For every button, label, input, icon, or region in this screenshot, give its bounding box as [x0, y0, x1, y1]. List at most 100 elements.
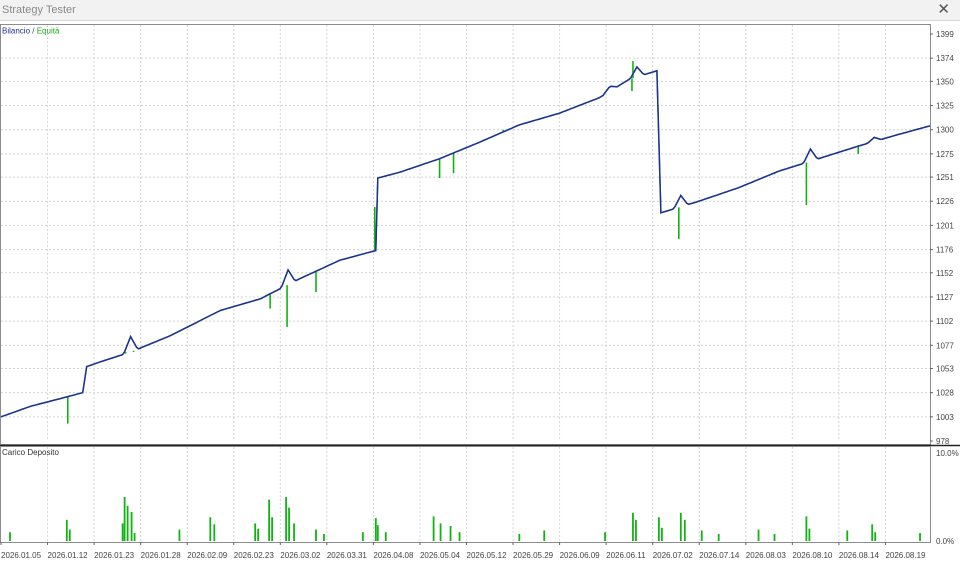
- y-tick-label: 1003: [936, 413, 954, 422]
- deposit-bar: [657, 517, 660, 541]
- x-tick-label: 2026.06.09: [560, 551, 601, 560]
- deposit-bar: [268, 499, 271, 541]
- deposit-bar: [293, 523, 295, 541]
- deposit-label: Carico Deposito: [2, 448, 59, 457]
- deposit-bar: [439, 523, 442, 541]
- deposit-bar: [288, 507, 290, 541]
- x-tick-label: 2026.01.23: [94, 551, 135, 560]
- deposit-bar: [285, 497, 287, 541]
- x-tick-label: 2026.08.19: [885, 551, 926, 560]
- deposit-bar: [126, 505, 129, 541]
- legend-separator: /: [32, 27, 35, 36]
- x-tick-label: 2026.02.23: [234, 551, 275, 560]
- deposit-bar: [846, 530, 849, 541]
- y-tick-label: 1176: [936, 246, 954, 255]
- strategy-chart: 1399 1374 1350 1325 1300 1275 1251 1226 1201 1176…: [0, 24, 960, 560]
- deposit-bar: [700, 530, 703, 541]
- legend-balance: Bilancio: [2, 27, 31, 36]
- chart-legend: Bilancio / Equità: [2, 27, 60, 36]
- deposit-bar: [121, 523, 124, 541]
- x-tick-label: 2026.08.10: [792, 551, 833, 560]
- y-tick-label: 1399: [936, 30, 954, 39]
- window-title: Strategy Tester: [2, 4, 76, 16]
- x-tick-label: 2026.06.11: [606, 551, 646, 560]
- deposit-bar: [458, 532, 461, 541]
- deposit-bar: [660, 527, 663, 541]
- y-tick-label: 1226: [936, 197, 954, 206]
- x-tick-label: 2026.05.29: [513, 551, 554, 560]
- deposit-y-tick-label: 10.0%: [936, 449, 959, 458]
- deposit-bar: [679, 512, 682, 541]
- deposit-bar: [717, 533, 720, 541]
- y-tick-label: 1152: [936, 269, 954, 278]
- deposit-bar: [432, 516, 435, 541]
- deposit-bar: [9, 532, 11, 541]
- deposit-bar: [257, 528, 260, 541]
- x-tick-label: 2026.01.12: [48, 551, 89, 560]
- deposit-pane: [0, 446, 931, 543]
- x-tick-label: 2026.05.12: [467, 551, 508, 560]
- title-bar: Strategy Tester ✕: [0, 0, 960, 21]
- x-tick-label: 2026.07.02: [653, 551, 694, 560]
- deposit-bar: [315, 529, 317, 541]
- deposit-bar: [449, 526, 452, 541]
- x-tick-label: 2026.07.14: [699, 551, 740, 560]
- deposit-bar: [361, 532, 364, 541]
- x-tick-label: 2026.04.08: [373, 551, 414, 560]
- deposit-bar: [808, 528, 811, 541]
- deposit-bar: [376, 525, 379, 541]
- deposit-bar: [374, 518, 377, 541]
- equity-pane: [0, 24, 931, 445]
- deposit-bar: [919, 533, 921, 541]
- x-tick-label: 2026.03.31: [327, 551, 368, 560]
- y-tick-label: 1325: [936, 102, 954, 111]
- deposit-bar: [68, 529, 71, 541]
- deposit-bar: [178, 529, 181, 541]
- deposit-y-axis: 10.0% 0.0%: [936, 449, 959, 546]
- x-tick-label: 2026.01.28: [141, 551, 182, 560]
- y-tick-label: 1251: [936, 173, 954, 182]
- deposit-bar: [874, 532, 877, 541]
- deposit-bar: [323, 533, 325, 541]
- close-icon[interactable]: ✕: [937, 1, 950, 19]
- deposit-bar: [130, 511, 133, 541]
- y-tick-label: 1102: [936, 317, 954, 326]
- x-tick-label: 2026.08.03: [746, 551, 787, 560]
- deposit-bar: [65, 519, 68, 541]
- y-tick-label: 1127: [936, 293, 954, 302]
- deposit-bar: [213, 524, 216, 541]
- deposit-bar: [133, 533, 136, 541]
- deposit-bar: [604, 532, 606, 541]
- deposit-bar: [683, 519, 686, 541]
- y-tick-label: 1374: [936, 54, 954, 63]
- deposit-y-tick-label: 0.0%: [936, 537, 954, 546]
- deposit-bar: [871, 524, 874, 541]
- deposit-bar: [635, 519, 637, 541]
- y-tick-label: 1275: [936, 150, 954, 159]
- equity-y-axis: 1399 1374 1350 1325 1300 1275 1251 1226 1201 1176…: [930, 30, 954, 446]
- deposit-bar: [805, 516, 808, 541]
- x-tick-label: 2026.02.09: [187, 551, 228, 560]
- legend-equity: Equità: [37, 27, 60, 36]
- x-tick-label: 2026.05.04: [420, 551, 461, 560]
- y-tick-label: 1053: [936, 364, 954, 373]
- deposit-bar: [254, 523, 257, 541]
- y-tick-label: 978: [936, 437, 950, 446]
- x-tick-label: 2026.03.02: [280, 551, 321, 560]
- x-tick-label: 2026.08.14: [839, 551, 880, 560]
- y-tick-label: 1350: [936, 77, 954, 86]
- deposit-bar: [209, 517, 212, 541]
- deposit-bar: [632, 512, 634, 541]
- deposit-bar: [271, 517, 274, 541]
- time-axis: 2026.01.05 2026.01.12 2026.01.23 2026.01.28…: [0, 542, 926, 560]
- y-tick-label: 1300: [936, 126, 954, 135]
- y-tick-label: 1201: [936, 221, 954, 230]
- deposit-bar: [757, 529, 760, 541]
- x-tick-label: 2026.01.05: [1, 551, 42, 560]
- y-tick-label: 1077: [936, 341, 954, 350]
- deposit-bar: [123, 497, 126, 541]
- deposit-bar: [773, 533, 776, 541]
- deposit-bar: [518, 533, 521, 541]
- y-tick-label: 1028: [936, 389, 954, 398]
- deposit-bar: [384, 532, 387, 541]
